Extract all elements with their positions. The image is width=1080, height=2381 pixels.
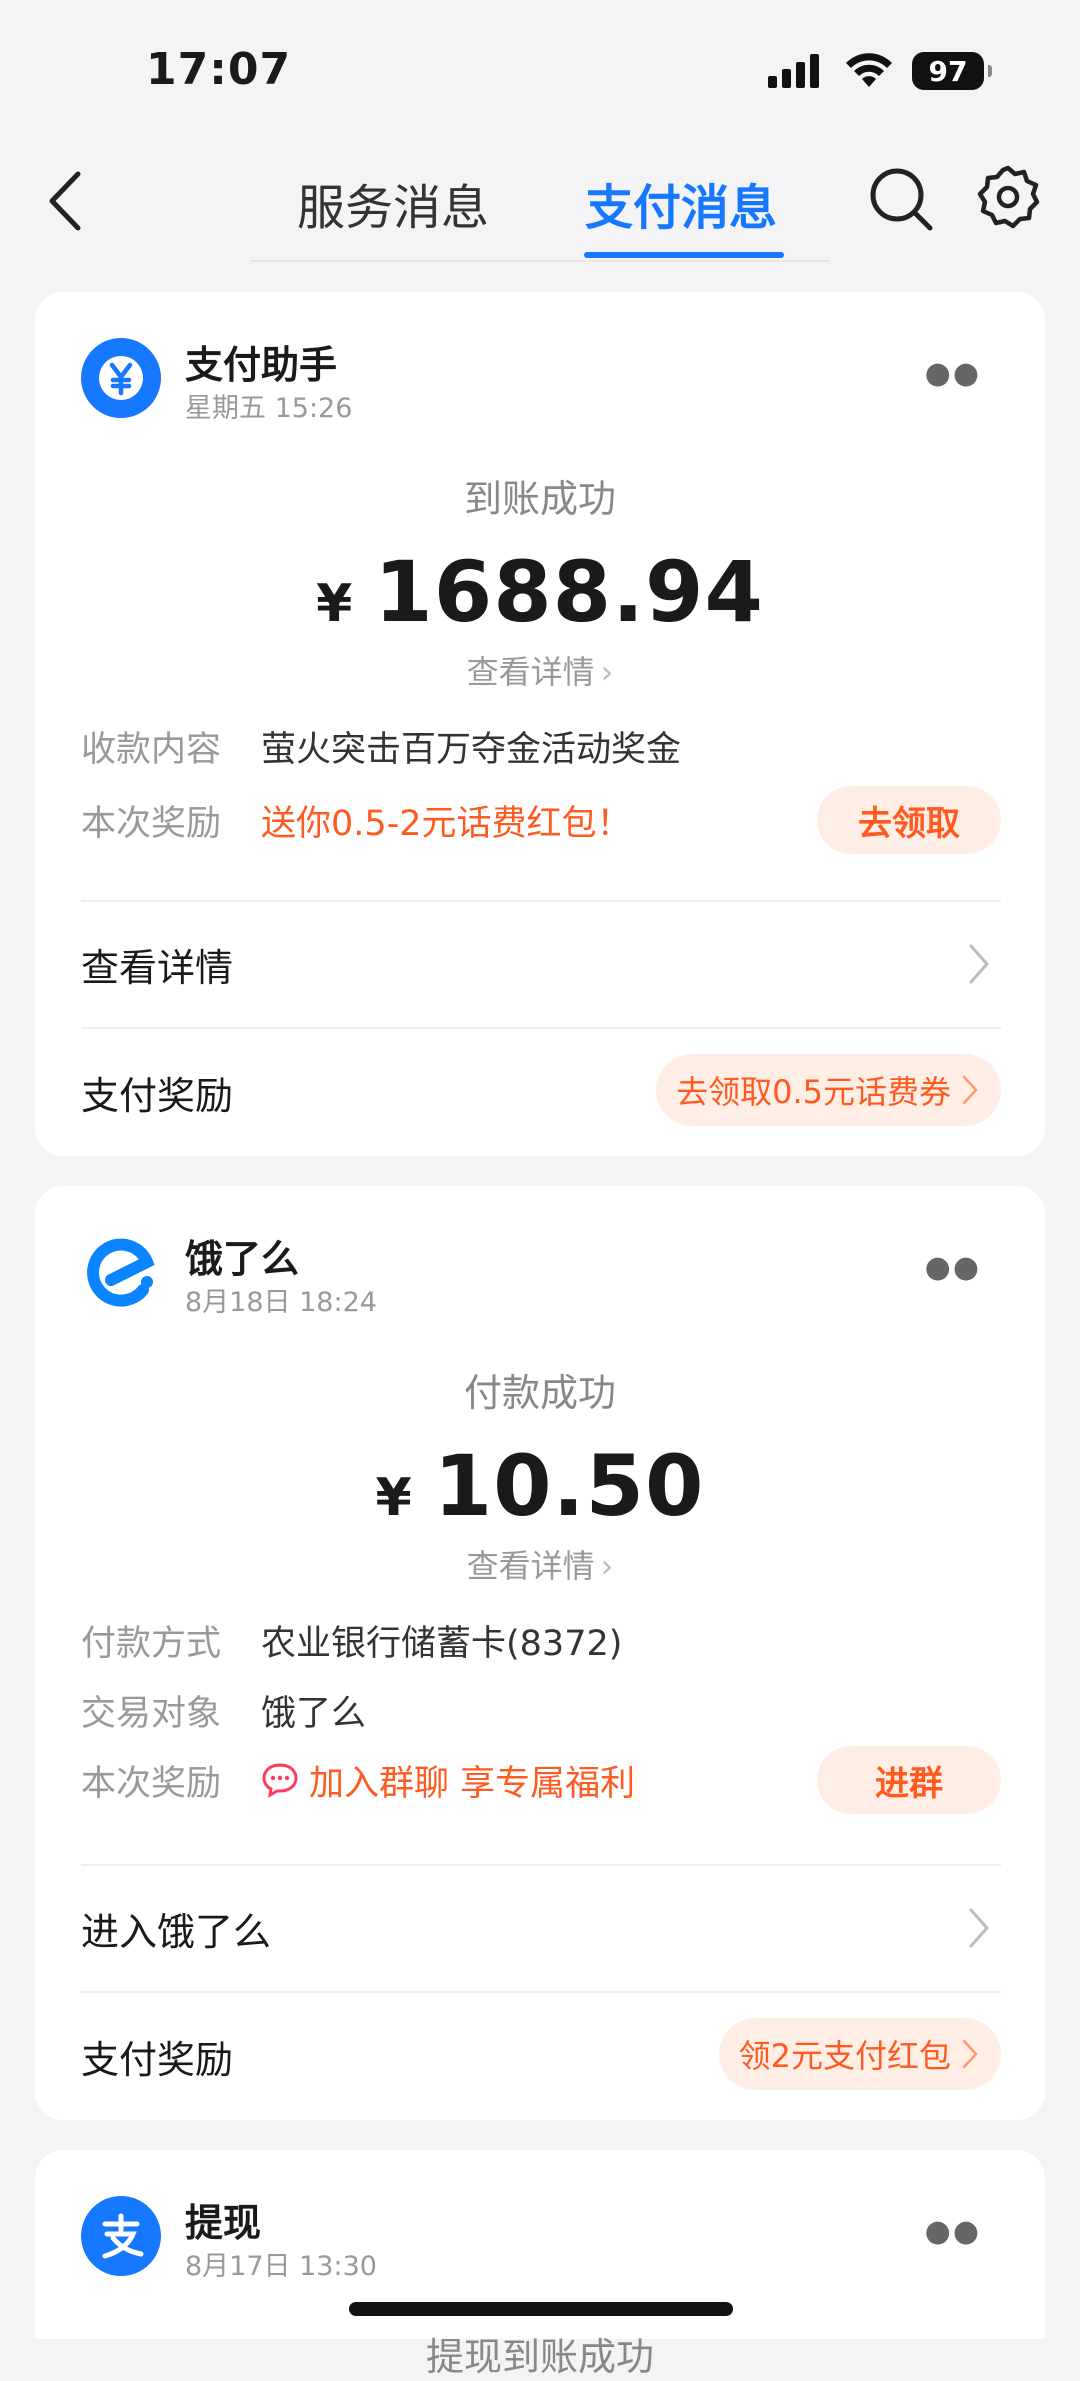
info-label: 本次奖励 [81, 803, 222, 844]
claim-reward-button[interactable]: 去领取 [817, 786, 1001, 854]
eleme-logo-icon [87, 1238, 155, 1307]
more-options-icon[interactable]: ●● [925, 356, 981, 391]
reward-coupon-pill[interactable]: 去领取0.5元话费券 [656, 1054, 1001, 1126]
row-label: 进入饿了么 [81, 1909, 272, 1954]
chevron-right-icon [969, 944, 990, 984]
settings-gear-icon[interactable] [975, 164, 1041, 230]
card-sender-name: 支付助手 [185, 343, 338, 387]
view-details-label: 查看详情 [466, 1547, 595, 1585]
red-packet-pill[interactable]: 领2元支付红包 [718, 2018, 1001, 2090]
info-row-content: 收款内容 萤火突击百万夺金活动奖金 [81, 716, 1001, 776]
card-header: 提现 8月17日 13:30 ●● [81, 2196, 1001, 2286]
info-row-reward: 本次奖励 送你0.5-2元话费红包！ 去领取 [81, 786, 1001, 854]
divider [81, 1991, 1001, 1993]
transaction-status: 付款成功 [463, 1371, 616, 1415]
reward-text: 加入群聊 享专属福利 [309, 1763, 636, 1804]
message-card-eleme[interactable]: 饿了么 8月18日 18:24 ●● 付款成功 ¥ 10.50 查看详情 › 付款… [35, 1186, 1045, 2120]
red-packet-label: 领2元支付红包 [738, 2037, 951, 2075]
info-label: 交易对象 [81, 1693, 222, 1734]
card-header: 支付助手 星期五 15:26 ●● [81, 338, 1001, 428]
amount: ¥ 1688.94 [35, 543, 1045, 641]
info-value: 饿了么 [261, 1693, 367, 1734]
info-label: 本次奖励 [81, 1763, 222, 1804]
view-details-link[interactable]: 查看详情 › [35, 647, 1045, 693]
alipay-avatar [81, 2196, 161, 2276]
view-details-link[interactable]: 查看详情 › [35, 1541, 1045, 1587]
tab-service-messages[interactable]: 服务消息 [297, 168, 489, 238]
alipay-logo-icon [102, 2213, 144, 2259]
join-group-button[interactable]: 进群 [817, 1746, 1001, 1814]
status-time: 17:07 [146, 44, 292, 95]
chevron-right-icon [969, 1908, 990, 1948]
reward-coupon-label: 去领取0.5元话费券 [676, 1073, 951, 1111]
info-row-reward: 本次奖励 加入群聊 享专属福利 进群 [81, 1746, 1001, 1814]
top-nav: 服务消息 支付消息 [0, 140, 1080, 262]
tab-divider [250, 260, 830, 262]
chevron-right-icon: › [600, 653, 614, 691]
amount-block: 付款成功 ¥ 10.50 查看详情 › [35, 1362, 1045, 1587]
payment-reward-row[interactable]: 支付奖励 领2元支付红包 [81, 2016, 1001, 2096]
card-sender-name: 饿了么 [185, 1237, 300, 1281]
divider [81, 1027, 1001, 1029]
signal-icon [768, 54, 819, 88]
info-row-payment-method: 付款方式 农业银行储蓄卡(8372) [81, 1610, 1001, 1670]
transaction-status: 到账成功 [463, 477, 616, 521]
info-value: 农业银行储蓄卡(8372) [261, 1623, 623, 1664]
search-icon[interactable] [866, 164, 936, 234]
card-timestamp: 8月17日 13:30 [185, 2251, 377, 2282]
row-label: 支付奖励 [81, 2037, 234, 2082]
message-card-payment-assistant[interactable]: 支付助手 星期五 15:26 ●● 到账成功 ¥ 1688.94 查看详情 › 收… [35, 292, 1045, 1156]
view-details-row[interactable]: 查看详情 [81, 924, 1001, 1004]
more-options-icon[interactable]: ●● [925, 1250, 981, 1285]
chat-bubble-icon [262, 1763, 298, 1798]
more-options-icon[interactable]: ●● [925, 2214, 981, 2249]
status-icons: 97 [768, 52, 992, 90]
payment-assistant-avatar [81, 338, 161, 418]
chevron-right-icon: › [600, 1547, 614, 1585]
amount-value: 10.50 [433, 1437, 705, 1535]
info-value: 萤火突击百万夺金活动奖金 [261, 729, 682, 770]
tab-payment-messages[interactable]: 支付消息 [585, 168, 777, 238]
row-label: 查看详情 [81, 945, 234, 990]
card-sender-name: 提现 [185, 2201, 262, 2245]
row-label: 支付奖励 [81, 1073, 234, 1118]
eleme-avatar [81, 1232, 161, 1312]
amount: ¥ 10.50 [35, 1437, 1045, 1535]
amount-block: 提现到账成功 [35, 2326, 1045, 2381]
yuan-icon [99, 356, 143, 400]
info-row-counterparty: 交易对象 饿了么 [81, 1680, 1001, 1740]
active-tab-indicator [584, 252, 784, 258]
amount-value: 1688.94 [374, 543, 764, 641]
battery-indicator: 97 [912, 52, 992, 90]
back-arrow-icon[interactable] [40, 166, 100, 236]
currency-symbol: ¥ [316, 574, 353, 634]
reward-text: 送你0.5-2元话费红包！ [261, 803, 632, 844]
status-bar: 17:07 97 [0, 0, 1080, 130]
chevron-right-icon [962, 2039, 978, 2069]
chevron-right-icon [962, 1075, 978, 1105]
info-label: 收款内容 [81, 729, 222, 770]
battery-level: 97 [928, 54, 968, 88]
payment-reward-row[interactable]: 支付奖励 去领取0.5元话费券 [81, 1052, 1001, 1132]
wifi-icon [846, 53, 892, 87]
card-timestamp: 8月18日 18:24 [185, 1287, 377, 1318]
amount-block: 到账成功 ¥ 1688.94 查看详情 › [35, 468, 1045, 693]
home-indicator[interactable] [349, 2302, 733, 2316]
info-label: 付款方式 [81, 1623, 222, 1664]
view-details-label: 查看详情 [466, 653, 595, 691]
divider [81, 900, 1001, 902]
open-eleme-row[interactable]: 进入饿了么 [81, 1888, 1001, 1968]
currency-symbol: ¥ [375, 1468, 412, 1528]
transaction-status: 提现到账成功 [425, 2335, 654, 2379]
divider [81, 1864, 1001, 1866]
card-header: 饿了么 8月18日 18:24 ●● [81, 1232, 1001, 1322]
card-timestamp: 星期五 15:26 [185, 393, 353, 424]
